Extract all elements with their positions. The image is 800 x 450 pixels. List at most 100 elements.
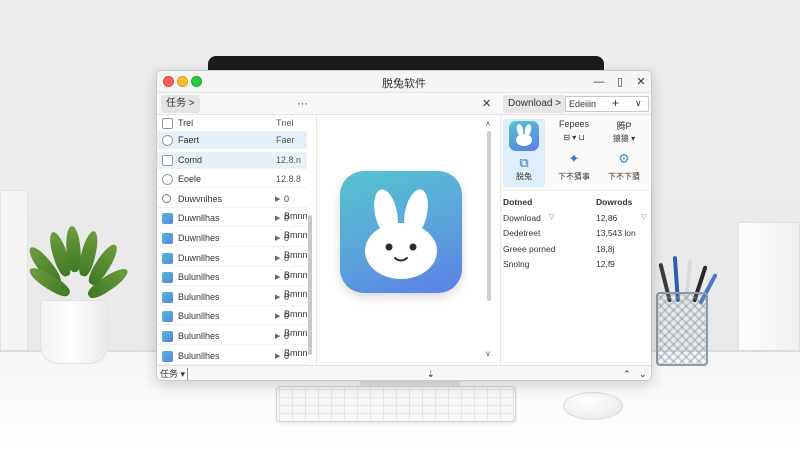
header-name: Trel (178, 118, 194, 128)
play-icon[interactable]: ▶ (275, 210, 280, 227)
list-item[interactable]: Comd 12.8.n (157, 151, 307, 169)
info-value: 18,8j (596, 243, 615, 254)
preview-pane (318, 115, 496, 365)
rabbit-app-icon (340, 171, 462, 293)
list-item-status: 12.8.8 (276, 174, 302, 185)
tile-rabbit-app[interactable]: ⧉ 脱兔 (503, 119, 545, 187)
list-scrollbar[interactable] (308, 215, 312, 355)
list-item[interactable]: Bulunllhes▶0 Bmnn (157, 308, 308, 338)
info-key: Greee porned (503, 243, 556, 254)
list-item[interactable]: Bulunllhes ▶ 0 Bmnn (157, 348, 307, 365)
play-icon[interactable]: ▶ (275, 308, 280, 325)
list-item[interactable]: Faert Faer (157, 132, 307, 149)
info-value: 12,86 (596, 212, 618, 223)
close-tab-icon[interactable]: ✕ (482, 95, 491, 113)
tile-rabbit-caption: 脱兔 (516, 172, 532, 181)
app-icon (162, 213, 173, 225)
app-icon (162, 233, 173, 244)
info-key: Snolng (503, 259, 530, 269)
list-item-name: Duwnllhes (178, 252, 220, 263)
restore-button[interactable]: ▯ (612, 74, 628, 90)
add-icon[interactable]: + (612, 96, 619, 110)
tile-properties[interactable]: Fepees ⊟ ▾ ⊔ ✦ 下不猜事 (553, 119, 595, 187)
play-icon[interactable]: ▶ (275, 328, 280, 345)
gear-icon: ⚙ (618, 151, 630, 166)
preview-scrollbar[interactable]: ∧ ∨ (485, 119, 492, 359)
list-item[interactable]: Duwnllhes ▶ 0 Bmnn (157, 230, 308, 260)
chevron-down-icon[interactable]: ∨ (635, 96, 642, 110)
info-key: Dedetreet (503, 228, 541, 238)
app-icon (162, 291, 173, 303)
circle-icon[interactable] (162, 135, 173, 146)
scroll-down-icon[interactable]: ∨ (485, 349, 491, 358)
play-icon[interactable]: ▶ (275, 269, 280, 286)
chevron-up-icon[interactable]: ⌃ (623, 366, 631, 380)
info-value: 13,543 lon (596, 228, 636, 238)
cup-icon: ⊔ (578, 133, 585, 142)
list-item-name: Bulunllhes (178, 350, 220, 361)
list-item-name: Duwvnlhes (178, 193, 223, 204)
tab-download[interactable]: Download > (503, 95, 567, 113)
list-item[interactable]: Duwvnlhes ▶ 0 Bmnn (157, 191, 308, 221)
properties-dropdown[interactable]: ⊟ ▾ ⊔ (553, 133, 595, 142)
play-icon[interactable]: ▶ (275, 289, 280, 306)
play-icon[interactable]: ▶ (275, 191, 280, 208)
list-item-name: Duwnllhes (178, 233, 220, 243)
scroll-up-icon[interactable]: ∧ (485, 119, 491, 128)
app-window: 脱兔软件 — ▯ ✕ 任务 > ··· ✕ Download > Edeiiin… (156, 70, 652, 381)
list-item[interactable]: Bulunllhes ▶ 0 Bmnn (157, 328, 308, 358)
play-icon[interactable]: ▶ (275, 230, 280, 247)
info-value: Dowrods (596, 197, 633, 207)
task-list: Trel Tnel Faert Faer Comd 12.8.n Eoele 12.8.8… (157, 115, 317, 365)
more-options-icon[interactable]: ··· (297, 95, 308, 113)
list-item[interactable]: Duwnllhes ▶ 0 Bmnn (157, 250, 308, 280)
list-item-name: Bulunllhes (178, 272, 220, 283)
circle-icon[interactable] (162, 174, 173, 186)
app-icon (162, 311, 173, 323)
info-row: Greee porned 18,8j (501, 242, 651, 256)
list-item[interactable]: Duwnllhas ▶ 0 Bmnn (157, 210, 308, 240)
info-key: Dotned (503, 197, 533, 207)
info-key: Download (503, 212, 541, 223)
mouse (563, 392, 623, 420)
minimize-button[interactable]: — (591, 74, 607, 90)
settings-label: 腾P (616, 121, 632, 131)
value-dropdown-icon[interactable]: ▽ (641, 211, 646, 225)
list-item-name: Bulunllhes (178, 311, 220, 322)
list-item[interactable]: Eoele 12.8.8 (157, 171, 307, 189)
info-header: ⧉ 脱兔 Fepees ⊟ ▾ ⊔ ✦ 下不猜事 腾P 猿猿 ▾ ⚙ 下不下猜 (501, 115, 651, 191)
list-item-name: Eoele (178, 174, 202, 185)
close-button[interactable]: ✕ (633, 74, 649, 90)
settings-dropdown[interactable]: 猿猿 ▾ (603, 133, 645, 144)
info-value: 12,f9 (596, 259, 615, 269)
header-status: Tnel (276, 118, 294, 128)
properties-label: Fepees (558, 119, 590, 129)
list-item-status: 0 Bmnn (284, 350, 290, 361)
info-row: Snolng 12,f9 (501, 257, 651, 271)
checkbox-icon[interactable] (162, 154, 173, 166)
play-icon[interactable]: ▶ (275, 250, 280, 267)
rabbit-mini-icon (509, 121, 539, 151)
status-task-dropdown[interactable]: 任务 ▾ (160, 366, 185, 380)
chevron-down-icon[interactable]: ⌄ (639, 366, 647, 380)
toolbar: 任务 > ··· ✕ Download > Edeiiin + ∨ (157, 93, 651, 115)
tab-tasks[interactable]: 任务 > (161, 95, 200, 113)
title-bar: 脱兔软件 — ▯ ✕ (157, 71, 651, 93)
keyboard (276, 386, 516, 422)
tile-settings[interactable]: 腾P 猿猿 ▾ ⚙ 下不下猜 (603, 119, 645, 187)
list-header: Trel Tnel (157, 115, 307, 132)
download-arrow-icon[interactable]: ⇣ (427, 366, 435, 380)
properties-dropdown-value: ⊟ ▾ (563, 133, 577, 142)
list-item[interactable]: Bulunllhes▶0 Bmnn (157, 289, 308, 319)
export-icon: ⧉ (519, 155, 529, 170)
window-title: 脱兔软件 (382, 78, 426, 90)
download-dropdown-icon[interactable]: ▽ (549, 211, 554, 225)
list-item-status: Faer (276, 135, 295, 145)
play-icon[interactable]: ▶ (275, 348, 280, 365)
left-shelf (0, 190, 28, 355)
select-all-checkbox[interactable] (162, 118, 173, 129)
list-item[interactable]: Bulunllhes▶0 Bmnn (157, 269, 308, 299)
info-row: Dotned Dowrods (501, 195, 651, 209)
list-item-status: 12.8.n (276, 154, 302, 165)
right-book-stand (738, 222, 800, 362)
